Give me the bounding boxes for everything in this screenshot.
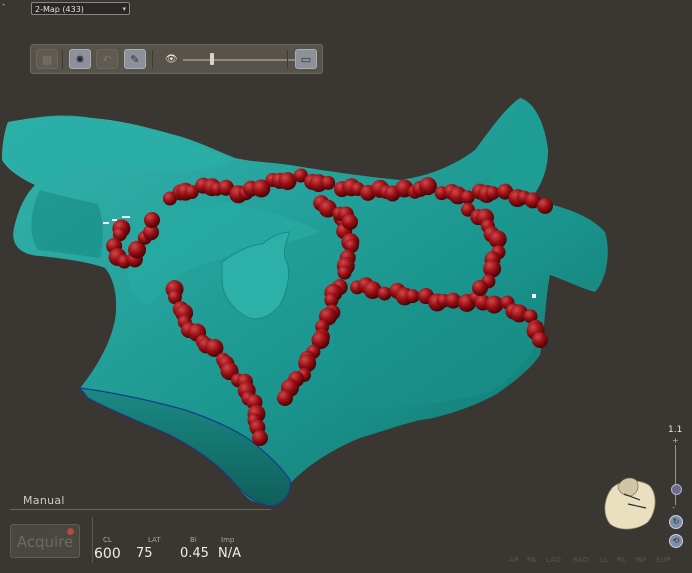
chart-tool-button[interactable]: ✸ — [69, 49, 91, 69]
lesion-point — [418, 177, 437, 196]
lesion-point — [377, 286, 392, 301]
zoom-slider-thumb[interactable] — [671, 484, 682, 495]
monitor-button[interactable]: ▭ — [295, 49, 317, 69]
toolbar-divider — [62, 50, 63, 69]
zoom-out-icon[interactable]: - — [672, 503, 675, 512]
lat-label: LAT — [148, 536, 161, 544]
cl-value: 600 — [94, 546, 121, 562]
lat-value: 75 — [136, 546, 153, 561]
view-sup[interactable]: SUP — [656, 556, 671, 564]
grid-tool-button[interactable]: ▦ — [36, 49, 58, 69]
lesion-point — [252, 430, 268, 446]
view-rao[interactable]: RAO — [573, 556, 589, 564]
cl-label: CL — [103, 536, 112, 544]
transparency-slider[interactable] — [183, 59, 301, 61]
transparency-slider-thumb[interactable] — [210, 53, 214, 65]
map-select[interactable]: 2-Map (433) ▾ — [31, 2, 130, 15]
eye-icon[interactable]: 👁 — [165, 54, 178, 65]
lesion-point — [277, 390, 293, 406]
rotate-view-button[interactable]: ↻ — [669, 515, 683, 529]
atrium-shell — [2, 98, 608, 507]
reset-view-button[interactable]: ⟲ — [669, 534, 683, 548]
view-inf[interactable]: INF — [635, 556, 647, 564]
divider — [10, 509, 271, 510]
bi-value: 0.45 — [180, 546, 209, 561]
imp-value: N/A — [218, 546, 241, 561]
view-ll[interactable]: LL — [600, 556, 608, 564]
reset-icon: ⟲ — [672, 536, 680, 545]
acquisition-mode-label: Manual — [23, 494, 65, 507]
view-ap[interactable]: AP — [509, 556, 519, 564]
lesion-point — [405, 289, 420, 304]
view-lao[interactable]: LAO — [546, 556, 561, 564]
lesion-point — [337, 265, 352, 280]
view-rl[interactable]: RL — [617, 556, 626, 564]
rotate-icon: ↻ — [672, 517, 680, 526]
lesion-point — [537, 198, 553, 214]
lesion-point — [278, 172, 297, 191]
lesion-point — [342, 214, 358, 230]
monitor-icon: ▭ — [300, 52, 312, 66]
lesion-point — [485, 295, 504, 314]
zoom-level: 1.1 — [668, 425, 683, 435]
3d-map-viewport[interactable] — [0, 0, 692, 573]
undo-tool-button[interactable]: ↶ — [96, 49, 118, 69]
lesion-point — [532, 332, 548, 348]
undo-icon: ↶ — [102, 52, 112, 66]
lesion-point — [483, 259, 502, 278]
acquire-status-dot — [67, 528, 74, 535]
grid-icon: ▦ — [41, 52, 53, 66]
lesion-point — [144, 212, 160, 228]
view-pa[interactable]: PA — [527, 556, 536, 564]
pencil-icon: ✎ — [130, 52, 140, 66]
chart-icon: ✸ — [75, 52, 85, 66]
zoom-slider[interactable] — [675, 445, 676, 505]
lesion-point — [472, 280, 488, 296]
viewer-toolbar: ▦ ✸ ↶ ✎ 👁 ▭ — [30, 44, 323, 74]
divider — [92, 517, 93, 563]
toolbar-divider — [152, 50, 153, 69]
chevron-down-icon: ▾ — [122, 5, 126, 13]
lesion-point — [321, 175, 336, 190]
heart-orientation-icon[interactable] — [604, 477, 656, 530]
map-select-value: 2-Map (433) — [35, 5, 84, 14]
window-corner-mark: - — [2, 0, 6, 10]
pencil-tool-button[interactable]: ✎ — [124, 49, 146, 69]
imp-label: Imp — [221, 536, 235, 544]
toolbar-divider — [287, 50, 288, 69]
bi-label: Bi — [190, 536, 197, 544]
zoom-in-icon[interactable]: + — [672, 436, 679, 445]
